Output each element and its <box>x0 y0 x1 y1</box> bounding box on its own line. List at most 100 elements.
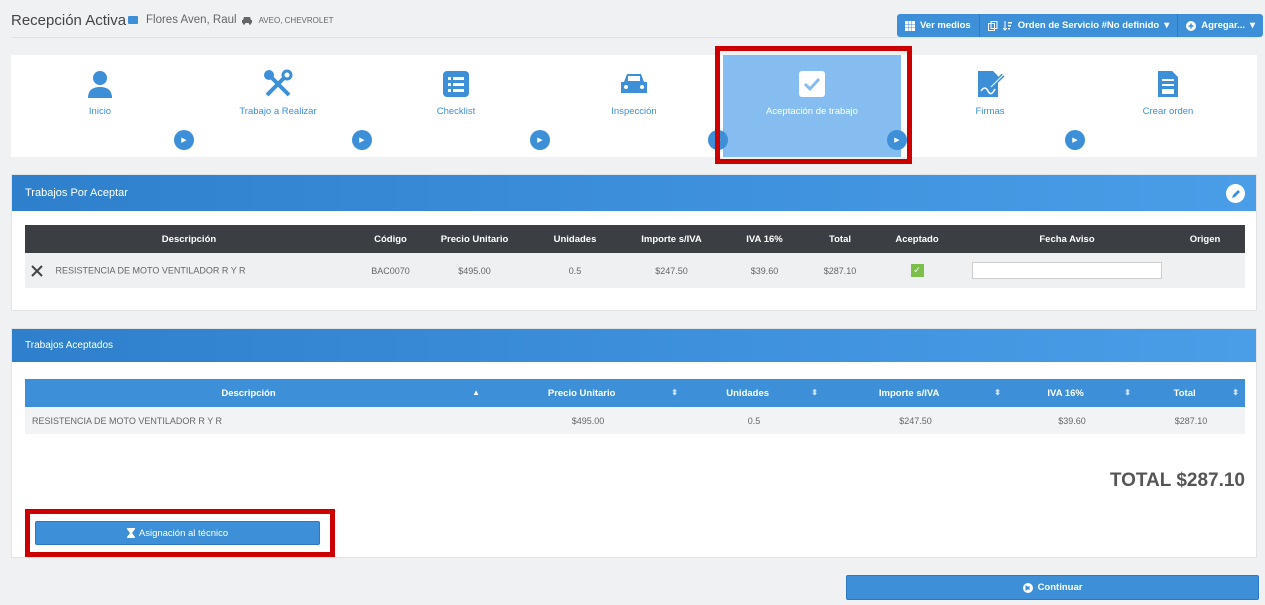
list-icon <box>443 71 469 97</box>
column-header[interactable]: Descripción ▲ <box>25 379 492 407</box>
page-title: Recepción Activa <box>11 12 127 29</box>
column-label: IVA 16% <box>1047 387 1084 399</box>
signature-icon <box>978 71 1005 97</box>
aceptado-cell: ✓ <box>865 253 969 288</box>
caret-down-icon: ▾ <box>1250 20 1256 31</box>
highlight-box-step <box>715 46 912 164</box>
column-header[interactable]: Aceptado <box>865 225 969 253</box>
step-checklist[interactable]: Checklist <box>367 55 545 157</box>
step-arrow-icon[interactable]: ▶ <box>1065 130 1085 150</box>
step-label: Trabajo a Realizar <box>239 106 317 117</box>
sort-icon: ⬍ <box>1232 387 1239 397</box>
column-label: Precio Unitario <box>547 387 616 399</box>
step-inspeccion[interactable]: Inspección <box>545 55 723 157</box>
arrow-circle-right-icon <box>1022 582 1033 593</box>
column-header[interactable]: IVA 16% <box>714 225 815 253</box>
grid-icon <box>905 20 915 31</box>
aceptado-checkbox[interactable]: ✓ <box>910 264 924 277</box>
fecha-aviso-input[interactable] <box>972 262 1162 279</box>
step-label: Firmas <box>975 106 1005 117</box>
total-cell: $287.10 <box>815 253 865 288</box>
accepted-table-wrapper: Descripción ▲ Precio Unitario ⬍ Unidades ⬍ … <box>25 379 1245 434</box>
column-header[interactable]: Origen <box>1165 225 1245 253</box>
step-label: Crear orden <box>1142 106 1194 117</box>
agregar-dropdown[interactable]: Agregar... ▾ <box>1178 14 1264 37</box>
pending-table: Descripción Código Precio Unitario Unida… <box>25 225 1245 288</box>
column-header[interactable]: Descripción <box>25 225 353 253</box>
plus-circle-icon <box>1186 20 1197 31</box>
accepted-table: Descripción ▲ Precio Unitario ⬍ Unidades ⬍ … <box>25 379 1245 434</box>
client-name: Flores Aven, Raul <box>146 14 237 26</box>
id-card-icon <box>128 16 138 24</box>
orden-servicio-dropdown[interactable]: Orden de Servicio #No definido ▾ <box>979 14 1179 37</box>
sort-icon: ⬍ <box>1124 387 1131 397</box>
column-label: Unidades <box>726 387 770 399</box>
header-divider <box>11 37 1257 38</box>
accepted-panel-header: Trabajos Aceptados <box>12 329 1256 362</box>
step-label: Inspección <box>611 106 657 117</box>
column-header[interactable]: Unidades ⬍ <box>684 379 824 407</box>
agregar-label: Agregar... <box>1201 20 1246 31</box>
accepted-panel-title: Trabajos Aceptados <box>25 340 114 351</box>
sort-icon: ⬍ <box>994 387 1001 397</box>
precio-cell: $495.00 <box>492 407 684 434</box>
column-header[interactable]: Total ⬍ <box>1137 379 1245 407</box>
table-row: RESISTENCIA DE MOTO VENTILADOR R Y R BAC… <box>25 253 1245 288</box>
client-info: Flores Aven, Raul AVEO, CHEVROLET <box>128 14 334 26</box>
importe-cell: $247.50 <box>824 407 1007 434</box>
fecha-cell <box>969 253 1165 288</box>
column-header[interactable]: Código <box>353 225 428 253</box>
continue-button[interactable]: Continuar <box>846 575 1259 600</box>
table-header-row: Descripción Código Precio Unitario Unida… <box>25 225 1245 253</box>
column-label: Total <box>1173 387 1196 399</box>
orden-servicio-label: Orden de Servicio #No definido <box>1017 20 1160 31</box>
grand-total: TOTAL $287.10 <box>1109 470 1245 491</box>
caret-down-icon: ▾ <box>1164 20 1170 31</box>
unidades-cell: 0.5 <box>521 253 629 288</box>
user-icon <box>88 71 112 98</box>
precio-cell: $495.00 <box>428 253 521 288</box>
tools-icon <box>31 264 43 277</box>
column-header[interactable]: Precio Unitario ⬍ <box>492 379 684 407</box>
column-header[interactable]: Unidades <box>521 225 629 253</box>
tools-icon <box>264 69 293 97</box>
column-header[interactable]: Importe s/IVA ⬍ <box>824 379 1007 407</box>
step-trabajo-a-realizar[interactable]: Trabajo a Realizar <box>189 55 367 157</box>
importe-cell: $247.50 <box>629 253 714 288</box>
car-icon <box>621 74 647 93</box>
document-icon <box>1158 71 1178 97</box>
step-arrow-icon[interactable]: ▶ <box>352 130 372 150</box>
pending-table-wrapper: Descripción Código Precio Unitario Unida… <box>25 225 1245 288</box>
pending-panel-header: Trabajos Por Aceptar <box>12 175 1256 211</box>
column-header[interactable]: Importe s/IVA <box>629 225 714 253</box>
column-header[interactable]: Precio Unitario <box>428 225 521 253</box>
ver-medios-button[interactable]: Ver medios <box>897 14 980 37</box>
table-header-row: Descripción ▲ Precio Unitario ⬍ Unidades ⬍ … <box>25 379 1245 407</box>
copy-icon <box>987 20 998 31</box>
step-firmas[interactable]: Firmas <box>901 55 1079 157</box>
unidades-cell: 0.5 <box>684 407 824 434</box>
column-label: Descripción <box>221 387 276 399</box>
edit-button[interactable] <box>1226 184 1245 203</box>
step-label: Inicio <box>88 106 112 117</box>
sort-asc-icon: ▲ <box>472 387 480 397</box>
step-arrow-icon[interactable]: ▶ <box>174 130 194 150</box>
pencil-icon <box>1231 189 1240 198</box>
column-header[interactable]: IVA 16% ⬍ <box>1007 379 1137 407</box>
wizard-steps: Inicio Trabajo a Realizar Checklist Insp… <box>11 55 1257 157</box>
codigo-cell: BAC0070 <box>353 253 428 288</box>
step-arrow-icon[interactable]: ▶ <box>530 130 550 150</box>
car-small-icon <box>241 16 252 25</box>
step-inicio[interactable]: Inicio <box>11 55 189 157</box>
description-text: RESISTENCIA DE MOTO VENTILADOR R Y R <box>55 264 246 275</box>
column-label: Importe s/IVA <box>878 387 940 399</box>
header-button-group: Ver medios Orden de Servicio #No definid… <box>897 14 1264 37</box>
description-cell: RESISTENCIA DE MOTO VENTILADOR R Y R <box>25 253 353 288</box>
step-crear-orden[interactable]: Crear orden <box>1079 55 1257 157</box>
continue-label: Continuar <box>1037 582 1083 593</box>
column-header[interactable]: Total <box>815 225 865 253</box>
total-cell: $287.10 <box>1137 407 1245 434</box>
column-header[interactable]: Fecha Aviso <box>969 225 1165 253</box>
table-row: RESISTENCIA DE MOTO VENTILADOR R Y R $49… <box>25 407 1245 434</box>
sort-icon: ⬍ <box>811 387 818 397</box>
